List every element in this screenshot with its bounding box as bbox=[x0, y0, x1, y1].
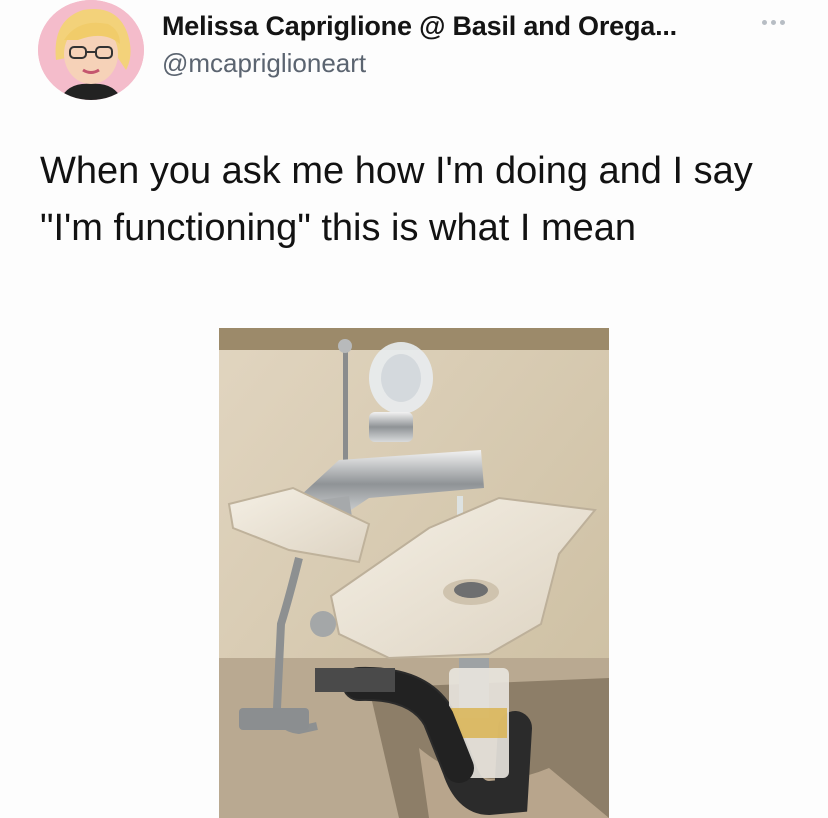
dot bbox=[780, 19, 785, 25]
tweet-text: When you ask me how I'm doing and I say … bbox=[40, 150, 753, 249]
ellipsis-icon[interactable] bbox=[762, 16, 794, 28]
dot bbox=[771, 19, 776, 25]
avatar[interactable] bbox=[38, 0, 144, 100]
author-handle[interactable]: @mcapriglioneart bbox=[162, 48, 762, 78]
author-block: Melissa Capriglione @ Basil and Orega...… bbox=[162, 10, 762, 78]
tweet-header: Melissa Capriglione @ Basil and Orega...… bbox=[0, 0, 828, 110]
tweet-media[interactable] bbox=[219, 328, 609, 818]
dot bbox=[762, 19, 767, 25]
avatar-illustration bbox=[38, 0, 144, 100]
author-display-name[interactable]: Melissa Capriglione @ Basil and Orega... bbox=[162, 10, 762, 42]
broken-sink-photo bbox=[219, 328, 609, 818]
